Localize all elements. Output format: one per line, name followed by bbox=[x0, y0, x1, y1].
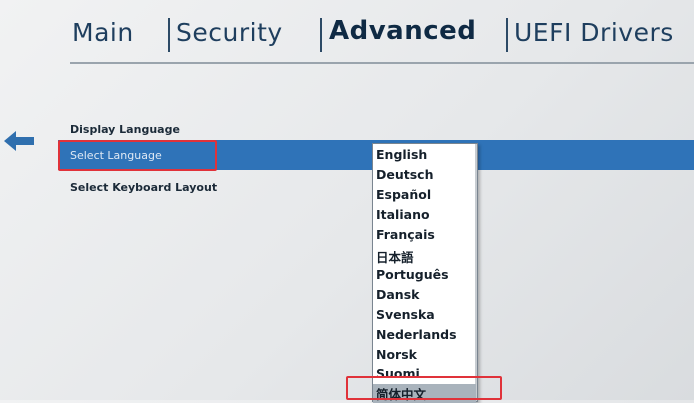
highlight-box bbox=[58, 140, 217, 171]
tab-divider bbox=[506, 18, 508, 52]
tab-uefi-drivers[interactable]: UEFI Drivers bbox=[514, 18, 674, 47]
tab-divider bbox=[320, 18, 322, 52]
tab-divider bbox=[168, 18, 170, 52]
language-dropdown-list[interactable]: English Deutsch Español Italiano Françai… bbox=[372, 143, 478, 403]
language-option-svenska[interactable]: Svenska bbox=[376, 307, 435, 322]
language-option-portugues[interactable]: Português bbox=[376, 267, 449, 282]
language-option-deutsch[interactable]: Deutsch bbox=[376, 167, 433, 182]
display-language-label: Display Language bbox=[70, 123, 180, 136]
language-option-dansk[interactable]: Dansk bbox=[376, 287, 419, 302]
dropdown-scrollbar[interactable] bbox=[475, 144, 477, 401]
select-keyboard-layout-label[interactable]: Select Keyboard Layout bbox=[70, 181, 217, 194]
language-option-norsk[interactable]: Norsk bbox=[376, 347, 417, 362]
tab-main[interactable]: Main bbox=[72, 18, 134, 47]
tab-underline-divider bbox=[70, 62, 694, 64]
tab-bar: Main Security Advanced UEFI Drivers bbox=[0, 0, 694, 70]
highlight-box bbox=[346, 376, 502, 400]
language-option-italiano[interactable]: Italiano bbox=[376, 207, 430, 222]
tab-advanced[interactable]: Advanced bbox=[329, 16, 476, 46]
language-option-francais[interactable]: Français bbox=[376, 227, 435, 242]
tab-security[interactable]: Security bbox=[176, 18, 283, 47]
arrow-left-icon[interactable] bbox=[4, 130, 34, 152]
language-option-english[interactable]: English bbox=[376, 147, 427, 162]
language-option-nederlands[interactable]: Nederlands bbox=[376, 327, 457, 342]
language-option-japanese[interactable]: 日本語 bbox=[376, 247, 414, 266]
language-option-espanol[interactable]: Español bbox=[376, 187, 431, 202]
